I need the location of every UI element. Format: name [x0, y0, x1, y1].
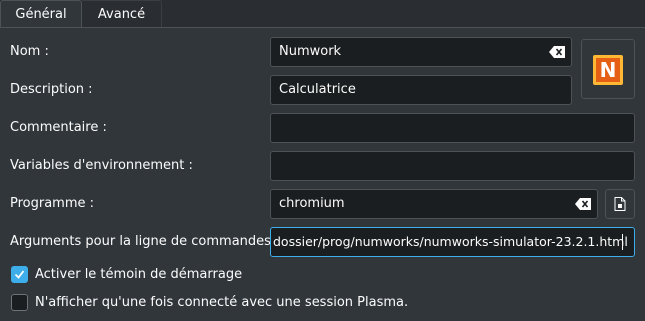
document-open-icon	[614, 197, 626, 211]
env-vars-field[interactable]	[270, 151, 635, 181]
name-value: Numwork	[279, 44, 342, 59]
comment-field[interactable]	[270, 113, 635, 143]
startup-feedback-checkbox[interactable]	[11, 266, 28, 283]
app-logo-letter: N	[596, 58, 620, 82]
text-cursor	[622, 234, 623, 250]
name-field[interactable]: Numwork	[270, 37, 572, 67]
plasma-only-label[interactable]: N'afficher qu'une fois connecté avec une…	[35, 293, 408, 313]
arguments-value: dossier/prog/numworks/numworks-simulator…	[273, 234, 628, 249]
clear-icon[interactable]	[575, 198, 591, 210]
comment-label: Commentaire :	[10, 120, 107, 135]
plasma-only-checkbox[interactable]	[11, 294, 28, 311]
tab-advanced[interactable]: Avancé	[82, 0, 162, 28]
program-label: Programme :	[10, 196, 95, 211]
tab-general[interactable]: Général	[0, 0, 82, 28]
checkmark-icon	[14, 270, 25, 279]
tab-bar: Général Avancé	[0, 0, 645, 28]
description-label: Description :	[10, 82, 93, 97]
arguments-field[interactable]: dossier/prog/numworks/numworks-simulator…	[270, 227, 635, 257]
icon-picker-button[interactable]: N	[581, 39, 635, 99]
clear-icon[interactable]	[549, 46, 565, 58]
name-label: Nom :	[10, 44, 49, 59]
env-vars-label: Variables d'environnement :	[10, 158, 193, 173]
program-field[interactable]: chromium	[270, 189, 598, 219]
startup-feedback-label[interactable]: Activer le témoin de démarrage	[35, 265, 242, 285]
numworks-app-icon: N	[593, 55, 623, 85]
description-value: Calculatrice	[279, 82, 356, 97]
description-field[interactable]: Calculatrice	[270, 75, 572, 105]
arguments-label: Arguments pour la ligne de commandes :	[10, 234, 280, 249]
program-value: chromium	[279, 196, 345, 211]
browse-program-button[interactable]	[605, 189, 635, 219]
